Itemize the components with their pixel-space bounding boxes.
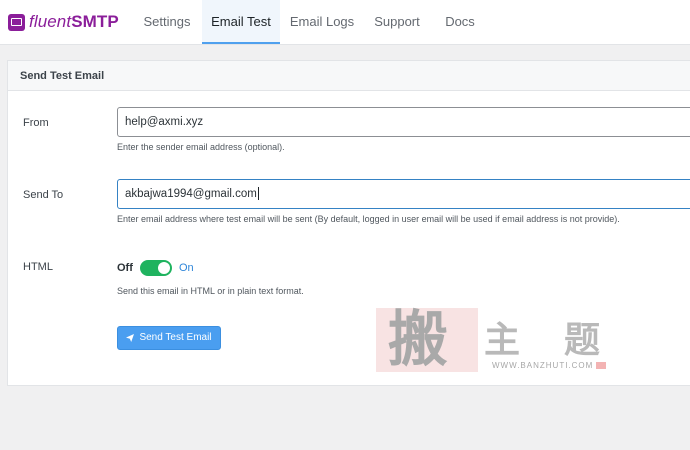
watermark-char-1: 主 (484, 319, 521, 361)
from-help-text: Enter the sender email address (optional… (117, 142, 285, 152)
paper-plane-icon (126, 334, 135, 342)
toggle-off-label: Off (117, 262, 133, 274)
send-to-help-text: Enter email address where test email wil… (117, 214, 620, 224)
logo-text: fluentSMTP (29, 12, 119, 31)
html-label: HTML (23, 261, 53, 273)
panel-title: Send Test Email (20, 70, 105, 82)
html-help-text: Send this email in HTML or in plain text… (117, 286, 304, 296)
mail-logo-icon (8, 13, 25, 31)
fluentsmtp-logo[interactable]: fluentSMTP (8, 12, 119, 32)
send-to-label: Send To (23, 189, 64, 201)
html-toggle-switch[interactable] (140, 260, 172, 276)
tab-email-test[interactable]: Email Test (202, 0, 280, 44)
panel-header: Send Test Email (8, 61, 690, 91)
text-cursor (257, 187, 259, 201)
watermark-url: WWW.BANZHUTI.COM (492, 361, 594, 370)
watermark-big-char: 搬 (388, 305, 448, 375)
tab-settings[interactable]: Settings (135, 0, 199, 44)
tab-support[interactable]: Support (366, 0, 428, 44)
toggle-on-label: On (179, 262, 194, 274)
watermark: 搬 主 题 WWW.BANZHUTI.COM (374, 304, 608, 374)
send-button-label: Send Test Email (139, 332, 212, 343)
from-email-field[interactable]: help@axmi.xyz (117, 107, 690, 137)
watermark-dot (596, 362, 606, 369)
send-to-email-value: akbajwa1994@gmail.com (125, 188, 257, 200)
watermark-char-2: 题 (564, 319, 601, 361)
tab-email-logs[interactable]: Email Logs (284, 0, 360, 44)
send-test-email-button[interactable]: Send Test Email (117, 326, 221, 350)
tab-docs[interactable]: Docs (438, 0, 482, 44)
send-to-email-field[interactable]: akbajwa1994@gmail.com (117, 179, 690, 209)
toggle-knob (158, 262, 170, 274)
from-label: From (23, 117, 49, 129)
top-nav: fluentSMTP Settings Email Test Email Log… (0, 0, 690, 45)
from-email-value: help@axmi.xyz (125, 116, 204, 128)
